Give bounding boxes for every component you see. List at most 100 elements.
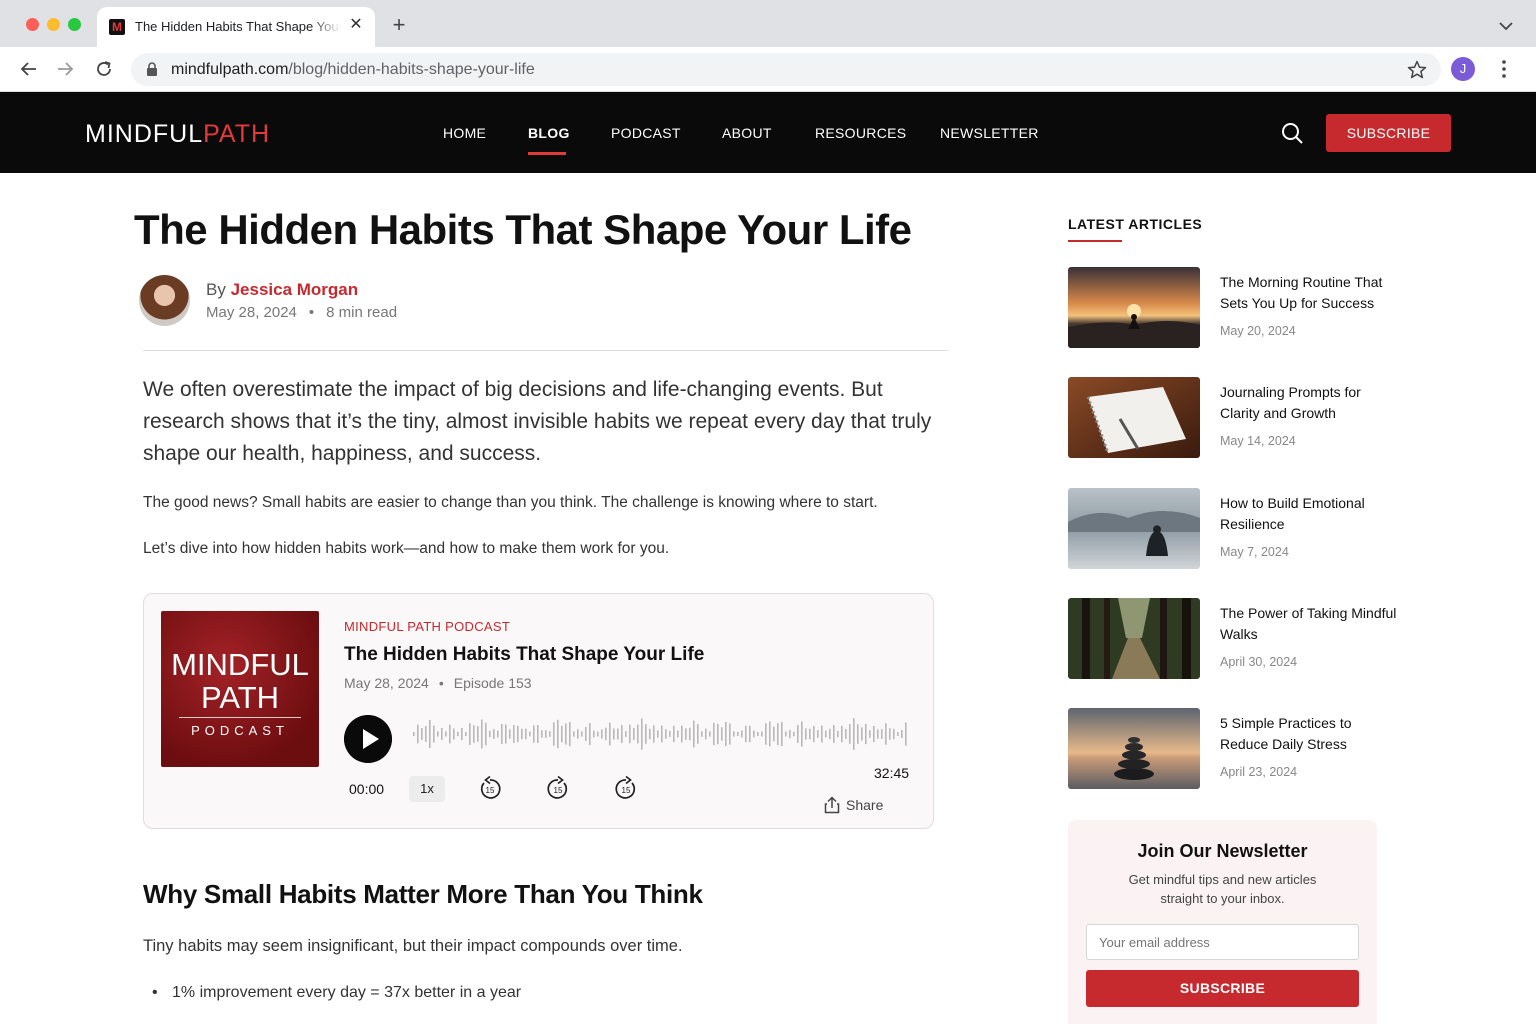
waveform-bar — [717, 723, 719, 745]
article-thumbnail-forest-path — [1068, 598, 1200, 679]
waveform-bar — [885, 723, 887, 745]
latest-article-card[interactable]: The Power of Taking Mindful Walks April … — [1068, 598, 1398, 680]
tab-search-chevron-icon[interactable] — [1496, 16, 1516, 36]
skip-forward-15-icon[interactable]: 15 — [545, 775, 571, 803]
article-lead: We often overestimate the impact of big … — [143, 378, 932, 465]
waveform-bar — [489, 730, 491, 738]
play-button[interactable] — [344, 715, 392, 763]
close-window-button[interactable] — [26, 18, 39, 31]
waveform-bar — [425, 726, 427, 742]
waveform-bar — [589, 723, 591, 745]
meta-separator: • — [438, 675, 444, 691]
episode-meta: May 28, 2024 • Episode 153 — [344, 675, 532, 691]
waveform-bar — [421, 728, 423, 740]
waveform-bar — [857, 724, 859, 744]
waveform-bar — [865, 723, 867, 745]
waveform-bar — [741, 730, 743, 738]
cover-subtitle: PODCAST — [191, 723, 289, 738]
podcast-player: MINDFUL PATH PODCAST MINDFUL PATH PODCAST… — [143, 593, 934, 829]
episode-title: The Hidden Habits That Shape Your Life — [344, 644, 705, 665]
newsletter-subscribe-button[interactable]: SUBSCRIBE — [1086, 970, 1359, 1007]
meta-separator: • — [308, 304, 315, 321]
nav-home[interactable]: HOME — [443, 125, 486, 141]
header-subscribe-button[interactable]: SUBSCRIBE — [1326, 114, 1451, 152]
playback-speed-button[interactable]: 1x — [409, 776, 445, 802]
article-meta: May 28, 2024 • 8 min read — [206, 304, 397, 321]
skip-back-15-icon[interactable]: 15 — [477, 775, 503, 803]
waveform-bar — [889, 728, 891, 740]
article-paragraph: Tiny habits may seem insignificant, but … — [143, 937, 683, 955]
nav-podcast[interactable]: PODCAST — [611, 125, 681, 141]
waveform-bar — [793, 731, 795, 737]
logo-part2: PATH — [203, 120, 271, 148]
back-arrow-icon[interactable] — [18, 58, 40, 80]
nav-blog[interactable]: BLOG — [528, 125, 570, 141]
latest-article-card[interactable]: 5 Simple Practices to Reduce Daily Stres… — [1068, 708, 1398, 790]
list-item-text: 1% improvement every day = 37x better in… — [172, 984, 522, 1001]
browser-menu-icon[interactable] — [1494, 57, 1514, 81]
tab-close-icon[interactable]: ✕ — [347, 16, 365, 34]
nav-about[interactable]: ABOUT — [722, 125, 772, 141]
tab-title: The Hidden Habits That Shape Your Life — [135, 19, 341, 34]
latest-article-card[interactable]: Journaling Prompts for Clarity and Growt… — [1068, 377, 1398, 459]
skip-forward-seconds-alt: 15 — [622, 786, 631, 795]
card-title: The Power of Taking Mindful Walks — [1220, 605, 1397, 642]
waveform-bar — [561, 725, 563, 743]
author-name-link[interactable]: Jessica Morgan — [231, 280, 359, 299]
nav-newsletter[interactable]: NEWSLETTER — [940, 125, 1039, 141]
waveform-bar — [453, 728, 455, 740]
search-icon[interactable] — [1280, 121, 1304, 145]
url-domain: mindfulpath.com — [171, 61, 289, 78]
section-heading: Why Small Habits Matter More Than You Th… — [143, 879, 703, 909]
waveform-bar — [513, 725, 515, 743]
site-logo[interactable]: MINDFULPATH — [85, 120, 270, 149]
address-bar[interactable]: mindfulpath.com/blog/hidden-habits-shape… — [131, 53, 1441, 86]
maximize-window-button[interactable] — [68, 18, 81, 31]
card-title: The Morning Routine That Sets You Up for… — [1220, 274, 1383, 311]
profile-avatar[interactable]: J — [1451, 57, 1475, 81]
email-field[interactable] — [1086, 924, 1359, 960]
waveform-bar — [629, 724, 631, 744]
waveform-bar — [473, 725, 475, 743]
waveform-bar — [529, 731, 531, 737]
forward-arrow-icon[interactable] — [54, 58, 76, 80]
browser-tab[interactable]: M The Hidden Habits That Shape Your Life… — [97, 7, 375, 47]
waveform-bar — [849, 724, 851, 744]
audio-waveform[interactable] — [412, 716, 909, 752]
waveform-bar — [461, 727, 463, 741]
podcast-label: MINDFUL PATH PODCAST — [344, 619, 511, 634]
waveform-bar — [593, 730, 595, 738]
waveform-bar — [761, 731, 763, 737]
bookmark-star-icon[interactable] — [1406, 59, 1428, 81]
cover-title: MINDFUL PATH — [161, 648, 319, 714]
share-button[interactable]: Share — [824, 796, 894, 818]
waveform-bar — [625, 731, 627, 737]
author-avatar[interactable] — [139, 275, 190, 326]
new-tab-icon[interactable]: + — [388, 14, 410, 36]
waveform-bar — [757, 731, 759, 737]
waveform-bar — [753, 730, 755, 738]
article-paragraph: The good news? Small habits are easier t… — [143, 494, 878, 511]
byline-prefix: By — [206, 280, 226, 299]
reload-icon[interactable] — [93, 58, 115, 80]
waveform-bar — [877, 729, 879, 739]
skip-forward-seconds: 15 — [554, 786, 563, 795]
share-icon — [824, 796, 840, 814]
skip-forward-15-icon-alt[interactable]: 15 — [613, 775, 639, 803]
nav-resources[interactable]: RESOURCES — [815, 125, 906, 141]
minimize-window-button[interactable] — [47, 18, 60, 31]
cover-divider — [179, 717, 301, 718]
latest-article-card[interactable]: The Morning Routine That Sets You Up for… — [1068, 267, 1398, 349]
waveform-bar — [481, 719, 483, 749]
current-time: 00:00 — [349, 781, 385, 797]
latest-article-card[interactable]: How to Build Emotional Resilience May 7,… — [1068, 488, 1398, 570]
share-label: Share — [846, 797, 884, 813]
url-path: /blog/hidden-habits-shape-your-life — [288, 61, 535, 78]
waveform-bar — [553, 722, 555, 746]
waveform-bar — [777, 722, 779, 746]
sidebar-heading: LATEST ARTICLES — [1068, 216, 1203, 232]
newsletter-signup: Join Our Newsletter Get mindful tips and… — [1068, 820, 1377, 1024]
waveform-bar — [597, 731, 599, 737]
waveform-bar — [441, 727, 443, 741]
waveform-bar — [765, 723, 767, 745]
